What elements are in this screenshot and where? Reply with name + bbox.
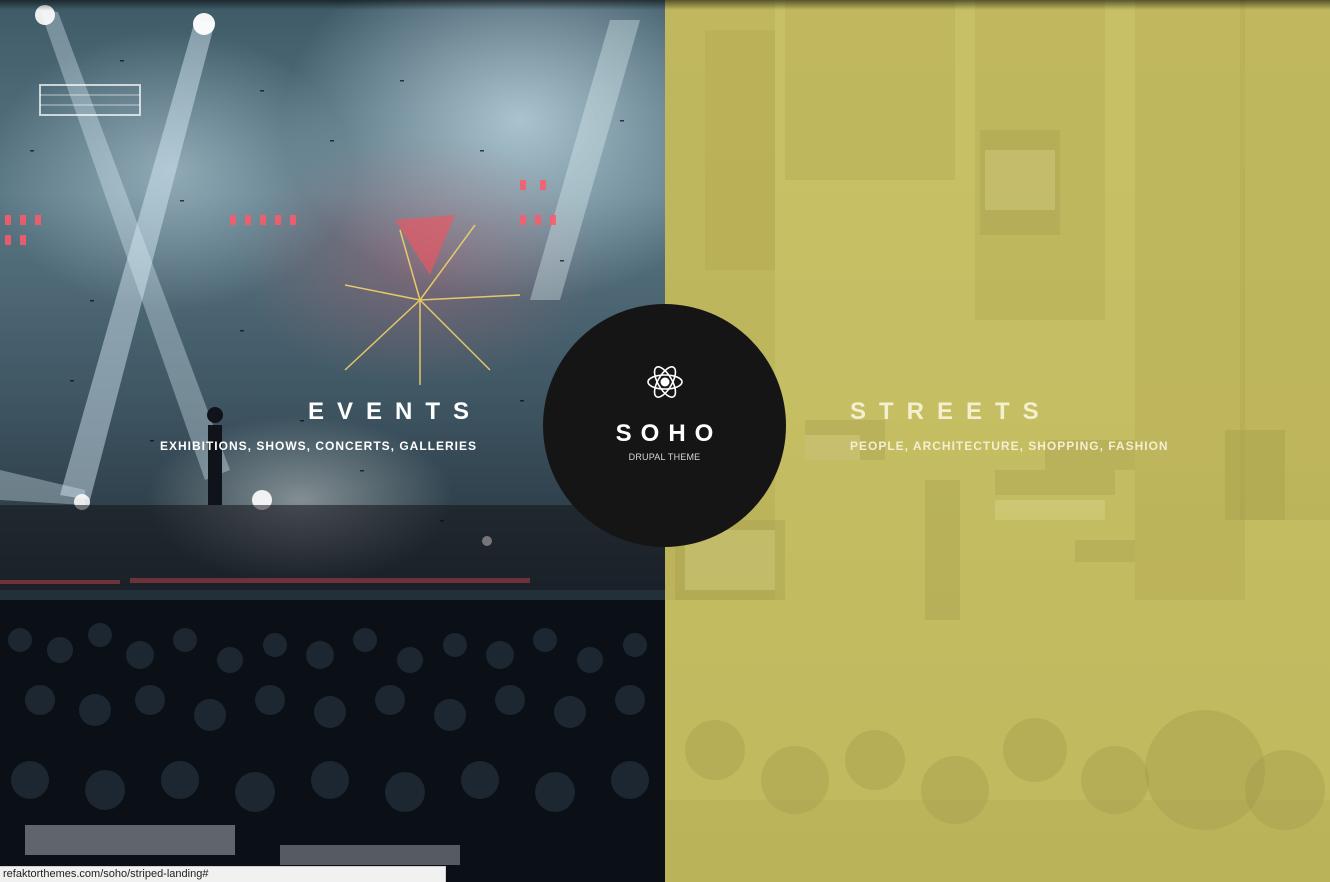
logo-badge[interactable]: SOHO DRUPAL THEME (543, 304, 786, 547)
logo-name: SOHO (615, 420, 723, 447)
atom-flower-icon (647, 366, 683, 398)
top-shadow (0, 0, 1330, 10)
logo-tagline: DRUPAL THEME (628, 452, 701, 462)
landing-page: EVENTS EXHIBITIONS, SHOWS, CONCERTS, GAL… (0, 0, 1330, 882)
status-bar-url: refaktorthemes.com/soho/striped-landing# (0, 866, 446, 882)
events-title[interactable]: EVENTS (308, 398, 482, 426)
streets-title[interactable]: STREETS (850, 398, 1052, 426)
streets-subtitle: PEOPLE, ARCHITECTURE, SHOPPING, FASHION (850, 439, 1169, 453)
events-subtitle: EXHIBITIONS, SHOWS, CONCERTS, GALLERIES (159, 439, 477, 453)
